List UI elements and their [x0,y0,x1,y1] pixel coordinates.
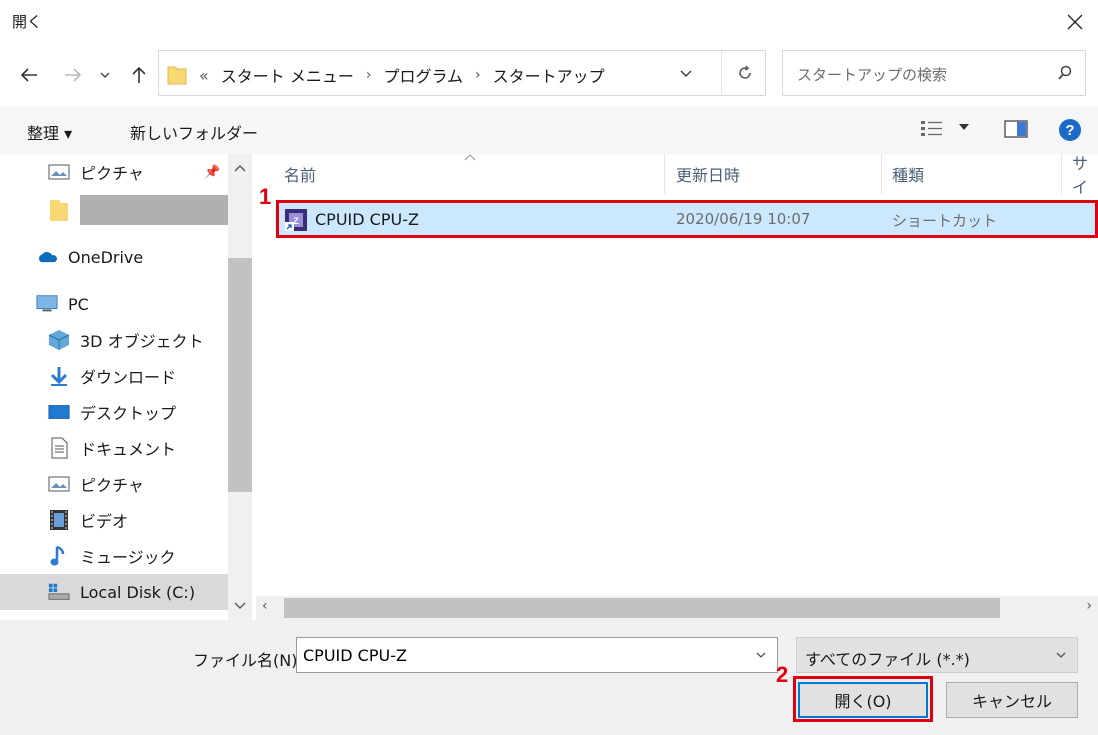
column-header-type[interactable]: 種類 [892,154,924,194]
file-list-hscrollbar[interactable]: ‹ › [256,596,1098,620]
scroll-down-arrow[interactable] [228,596,252,616]
3d-objects-icon [48,329,70,351]
sidebar-item-downloads[interactable]: ダウンロード [0,358,228,394]
pin-icon[interactable]: 📌 [204,165,220,180]
chevron-right-icon[interactable]: › [1086,598,1092,614]
chevron-down-icon [1056,652,1066,658]
sidebar-item-onedrive[interactable]: OneDrive [0,239,228,275]
chevron-down-icon [680,70,692,78]
address-history-button[interactable] [679,63,693,87]
annotation-number-2: 2 [776,662,789,687]
preview-pane-icon[interactable] [1004,118,1028,140]
annotation-box-1 [276,200,1098,238]
chevron-down-icon[interactable] [755,648,767,662]
breadcrumb-programs[interactable]: プログラム [380,63,468,87]
folder-icon [167,66,187,85]
drive-icon [48,581,70,603]
filename-label: ファイル名(N): [193,651,303,670]
back-button[interactable] [14,58,44,92]
sidebar-item-3d-objects[interactable]: 3D オブジェクト [0,322,228,358]
annotation-number-1: 1 [259,184,272,209]
arrow-right-icon [65,68,82,82]
sidebar-item-music[interactable]: ミュージック [0,538,228,574]
column-divider[interactable] [1061,154,1062,194]
refresh-button[interactable] [721,51,767,95]
search-icon[interactable] [1057,64,1073,82]
filename-field[interactable] [297,638,737,672]
svg-text:?: ? [1065,122,1074,139]
desktop-icon [48,401,70,423]
sidebar-item-videos[interactable]: ビデオ [0,502,228,538]
sidebar-item-redacted-folder[interactable] [0,192,228,228]
chevron-up-icon [234,165,246,172]
sidebar-item-desktop[interactable]: デスクトップ [0,394,228,430]
cancel-button[interactable]: キャンセル [946,682,1078,718]
column-header-name[interactable]: 名前 [284,154,316,194]
close-button[interactable] [1052,0,1098,44]
address-bar[interactable]: « スタート メニュー › プログラム › スタートアップ [158,50,766,96]
chevron-right-icon[interactable]: › [358,67,380,83]
column-divider[interactable] [881,154,882,194]
command-bar: 整理 ▾ 新しいフォルダー ? [0,106,1098,154]
column-divider[interactable] [664,154,665,194]
sidebar-item-pictures-pinned[interactable]: ピクチャ 📌 [0,154,228,190]
documents-icon [48,437,70,459]
title-bar: 開く [0,0,1098,44]
column-header-modified[interactable]: 更新日時 [676,154,740,194]
hscrollbar-thumb[interactable] [284,598,1000,618]
new-folder-button[interactable]: 新しいフォルダー [130,120,258,144]
up-button[interactable] [124,58,154,92]
filename-combobox[interactable] [296,637,778,673]
pictures-icon [48,473,70,495]
navigation-pane: ピクチャ 📌 OneDrive PC 3D オブジェクト ダウンロード デスクト… [0,154,256,620]
sort-ascending-icon [464,154,476,161]
help-icon[interactable]: ? [1058,118,1082,142]
dialog-footer: ファイル名(N): すべてのファイル (*.*) 開く(O) キャンセル [0,620,1098,735]
redacted-label [80,195,228,225]
onedrive-icon [36,246,58,268]
chevron-right-icon[interactable]: › [467,67,489,83]
breadcrumb: « スタート メニュー › プログラム › スタートアップ [199,63,609,87]
breadcrumb-start-menu[interactable]: スタート メニュー [217,63,358,87]
column-header-size[interactable]: サイ [1072,154,1098,197]
filetype-select[interactable]: すべてのファイル (*.*) [796,637,1078,673]
recent-locations-button[interactable] [94,58,116,92]
chevron-left-icon[interactable]: ‹ [262,598,268,614]
chevron-down-icon [100,72,110,78]
breadcrumb-overflow[interactable]: « [199,66,209,85]
chevron-down-icon [234,602,246,609]
window-title: 開く [12,13,43,31]
music-icon [48,545,70,567]
refresh-icon [738,65,751,79]
view-options-icon[interactable] [920,118,944,140]
sidebar-scrollbar-thumb[interactable] [228,258,252,492]
sidebar-item-local-disk[interactable]: Local Disk (C:) [0,574,228,610]
search-box[interactable]: スタートアップの検索 [782,50,1086,96]
arrow-left-icon [20,68,37,82]
chevron-down-icon[interactable] [958,122,970,132]
filetype-value: すべてのファイル (*.*) [805,650,970,669]
video-icon [48,509,70,531]
organize-menu[interactable]: 整理 ▾ [27,120,72,144]
sidebar-item-pictures[interactable]: ピクチャ [0,466,228,502]
pictures-icon [48,161,70,183]
search-input[interactable]: スタートアップの検索 [797,64,947,85]
pc-icon [36,293,58,315]
breadcrumb-startup[interactable]: スタートアップ [489,63,609,87]
annotation-box-2 [793,676,933,722]
sidebar-item-documents[interactable]: ドキュメント [0,430,228,466]
download-icon [48,365,70,387]
close-icon [1067,14,1083,30]
folder-icon [48,199,70,221]
forward-button[interactable] [58,58,88,92]
arrow-up-icon [132,66,146,83]
scroll-up-arrow[interactable] [228,158,252,178]
sidebar-item-pc[interactable]: PC [0,286,228,322]
